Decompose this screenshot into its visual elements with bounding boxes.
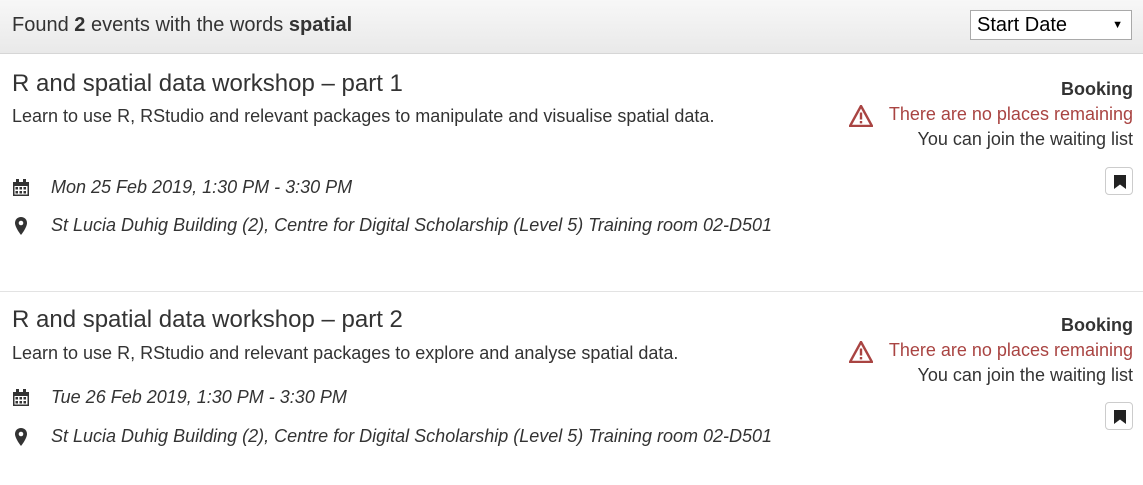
search-keyword: spatial <box>288 14 353 36</box>
found-label: Found <box>12 14 69 36</box>
bookmark-button[interactable] <box>1105 402 1133 430</box>
event-location-row: St Lucia Duhig Building (2), Centre for … <box>12 213 772 238</box>
event-title[interactable]: R and spatial data workshop – part 2 <box>12 306 403 334</box>
event-item: R and spatial data workshop – part 2 Lea… <box>0 292 1143 485</box>
summary-middle: events with the words <box>90 14 284 36</box>
calendar-icon <box>13 179 29 196</box>
booking-label: Booking <box>1061 79 1133 99</box>
dropdown-arrow-icon: ▼ <box>1112 19 1123 31</box>
bookmark-icon <box>1114 175 1126 189</box>
calendar-icon <box>13 389 29 406</box>
map-marker-icon <box>15 217 27 235</box>
results-summary: Found 2 events with the words spatial <box>12 14 352 37</box>
waiting-list-text: You can join the waiting list <box>917 365 1133 385</box>
bookmark-icon <box>1114 410 1126 424</box>
event-title[interactable]: R and spatial data workshop – part 1 <box>12 70 403 98</box>
booking-label: Booking <box>1061 315 1133 335</box>
availability-text: There are no places remaining <box>888 104 1133 124</box>
event-date-row: Tue 26 Feb 2019, 1:30 PM - 3:30 PM <box>12 385 772 410</box>
warning-icon <box>848 341 873 363</box>
sort-select[interactable]: Start Date ▼ <box>970 10 1132 40</box>
waiting-list-text: You can join the waiting list <box>917 129 1133 149</box>
warning-icon <box>848 105 873 127</box>
event-date-row: Mon 25 Feb 2019, 1:30 PM - 3:30 PM <box>12 175 772 200</box>
event-location: St Lucia Duhig Building (2), Centre for … <box>51 215 773 235</box>
event-date: Mon 25 Feb 2019, 1:30 PM - 3:30 PM <box>51 177 353 197</box>
event-item: R and spatial data workshop – part 1 Lea… <box>0 55 1143 292</box>
result-count: 2 <box>74 14 86 36</box>
event-location-row: St Lucia Duhig Building (2), Centre for … <box>12 424 772 449</box>
availability-status: There are no places remaining <box>848 340 1133 363</box>
bookmark-button[interactable] <box>1105 167 1133 195</box>
results-header: Found 2 events with the words spatial St… <box>0 0 1143 54</box>
availability-status: There are no places remaining <box>848 104 1133 127</box>
sort-selected-value: Start Date <box>977 14 1068 36</box>
map-marker-icon <box>15 428 27 446</box>
availability-text: There are no places remaining <box>888 340 1133 360</box>
event-description: Learn to use R, RStudio and relevant pac… <box>12 106 715 126</box>
event-description: Learn to use R, RStudio and relevant pac… <box>12 343 679 363</box>
event-location: St Lucia Duhig Building (2), Centre for … <box>51 426 773 446</box>
event-date: Tue 26 Feb 2019, 1:30 PM - 3:30 PM <box>51 387 347 407</box>
